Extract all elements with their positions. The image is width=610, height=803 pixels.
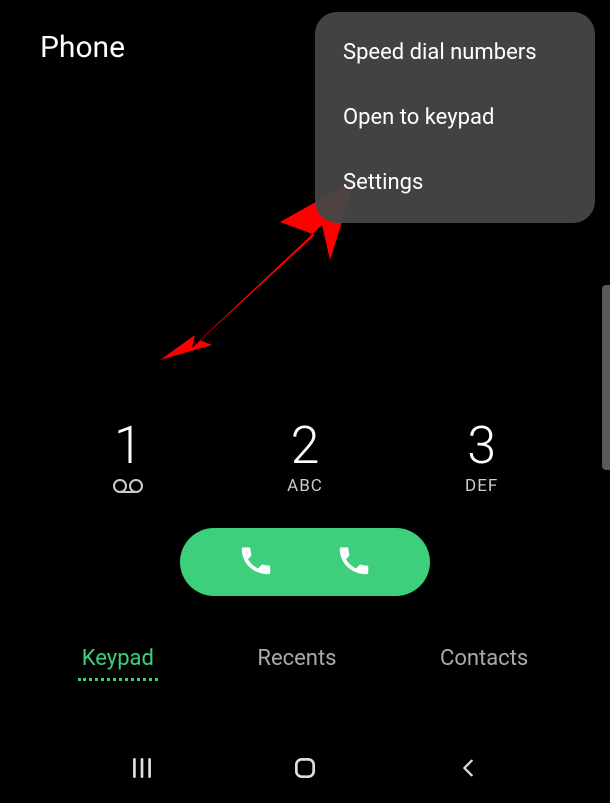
keypad-key-2[interactable]: 2 ABC — [245, 420, 365, 498]
key-digit: 3 — [467, 420, 496, 472]
phone-icon — [305, 541, 403, 583]
tab-keypad[interactable]: Keypad — [78, 640, 158, 677]
nav-recents-button[interactable] — [112, 748, 172, 788]
menu-item-speed-dial[interactable]: Speed dial numbers — [315, 20, 595, 85]
keypad-key-3[interactable]: 3 DEF — [422, 420, 542, 498]
call-button[interactable] — [180, 528, 430, 596]
system-nav-bar — [0, 748, 610, 788]
menu-item-settings[interactable]: Settings — [315, 150, 595, 215]
keypad-row: 1 2 ABC 3 DEF — [0, 420, 610, 498]
keypad-key-1[interactable]: 1 — [68, 420, 188, 498]
nav-back-button[interactable] — [438, 748, 498, 788]
tab-recents[interactable]: Recents — [253, 640, 340, 677]
bottom-tabs: Keypad Recents Contacts — [0, 640, 610, 677]
voicemail-icon — [112, 478, 144, 498]
key-sub: ABC — [287, 476, 323, 496]
tab-contacts[interactable]: Contacts — [436, 640, 532, 677]
nav-home-button[interactable] — [275, 748, 335, 788]
key-digit: 1 — [114, 420, 143, 472]
key-digit: 2 — [291, 420, 320, 472]
menu-item-open-keypad[interactable]: Open to keypad — [315, 85, 595, 150]
overflow-menu: Speed dial numbers Open to keypad Settin… — [315, 12, 595, 223]
phone-icon — [207, 541, 305, 583]
key-sub: DEF — [465, 476, 498, 496]
